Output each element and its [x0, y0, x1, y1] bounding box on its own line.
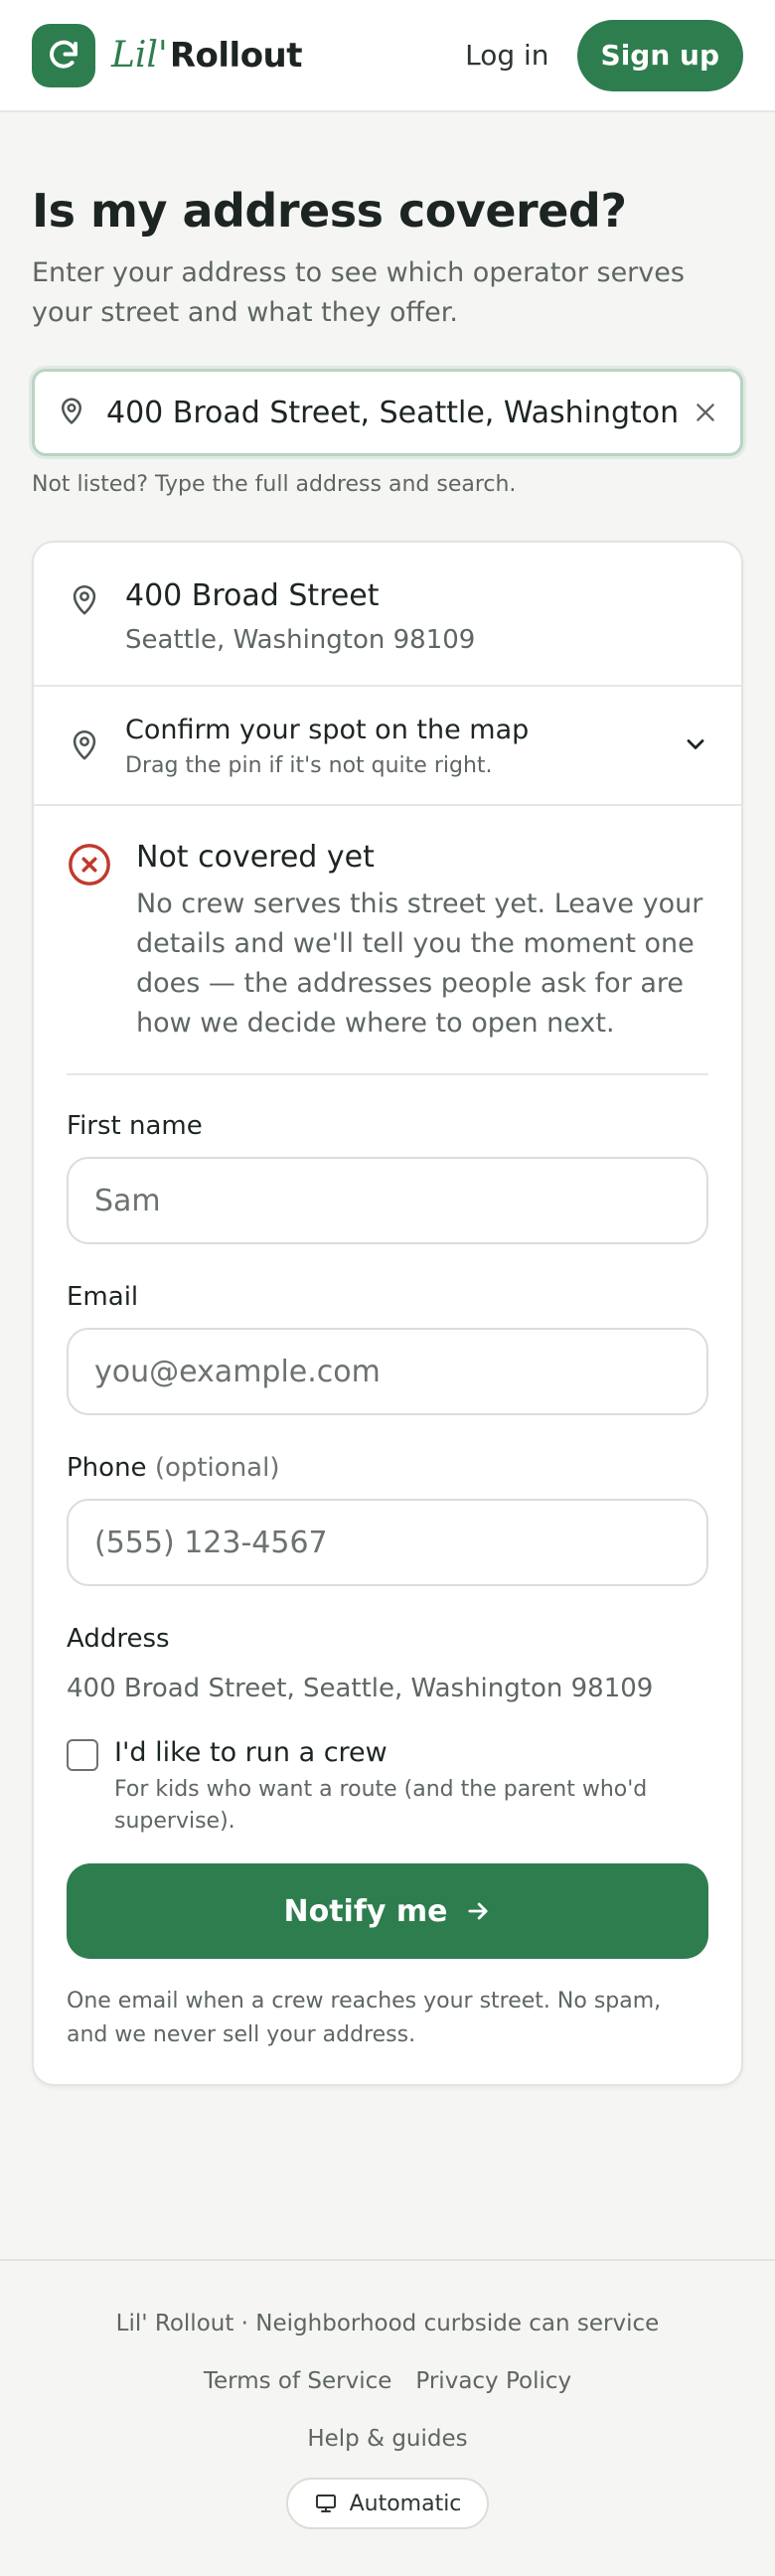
email-label: Email — [67, 1282, 139, 1312]
first-name-label: First name — [67, 1111, 203, 1141]
arrow-right-icon — [467, 1902, 488, 1920]
first-name-input[interactable]: Sam — [67, 1157, 708, 1244]
phone-optional-tag: (optional) — [154, 1453, 280, 1483]
help-link[interactable]: Help & guides — [0, 2426, 775, 2452]
map-toggle-title: Confirm your spot on the map — [125, 715, 530, 745]
map-pin-icon — [68, 580, 101, 655]
notify-me-button[interactable]: Notify me — [67, 1863, 708, 1959]
error-circle-x-icon — [67, 842, 112, 1044]
coverage-status: Not covered yet No crew serves this stre… — [34, 806, 741, 1075]
map-pin-icon — [57, 396, 86, 429]
address-value: 400 Broad Street, Seattle, Washington 98… — [67, 1674, 654, 1703]
notify-form: First name Sam Email you@example.com Pho… — [34, 1111, 741, 2084]
run-crew-checkbox[interactable] — [67, 1739, 98, 1771]
address-label: Address — [67, 1624, 170, 1654]
logo-refresh-icon[interactable] — [32, 23, 95, 87]
page-title: Is my address covered? — [32, 184, 627, 238]
address-line-1: 400 Broad Street — [125, 578, 380, 613]
theme-toggle-button[interactable]: Automatic — [286, 2478, 489, 2529]
page-subtitle: Enter your address to see which operator… — [32, 257, 685, 328]
search-hint: Not listed? Type the full address and se… — [32, 472, 517, 497]
login-link[interactable]: Log in — [465, 39, 548, 72]
brand-wordmark[interactable]: Lil' Rollout — [111, 35, 303, 76]
terms-link[interactable]: Terms of Service — [204, 2368, 392, 2394]
status-title: Not covered yet — [136, 840, 375, 875]
signup-button[interactable]: Sign up — [576, 19, 743, 91]
brand-prefix: Lil' — [111, 35, 168, 76]
map-toggle-subtitle: Drag the pin if it's not quite right. — [125, 753, 493, 778]
run-crew-label[interactable]: I'd like to run a crew — [114, 1737, 708, 1768]
address-search-input[interactable] — [106, 395, 677, 430]
address-search-box[interactable] — [32, 369, 743, 456]
footer-brand-line: Lil' Rollout · Neighborhood curbside can… — [115, 2311, 660, 2336]
status-body: No crew serves this street yet. Leave yo… — [136, 888, 703, 1039]
phone-label: Phone (optional) — [67, 1453, 708, 1483]
close-icon — [697, 403, 714, 421]
privacy-link[interactable]: Privacy Policy — [415, 2368, 571, 2394]
chevron-down-icon[interactable] — [682, 730, 709, 762]
confirm-map-toggle[interactable]: Confirm your spot on the map Drag the pi… — [34, 687, 741, 806]
main-content: Is my address covered? Enter your addres… — [0, 184, 775, 2086]
site-header: Lil' Rollout Log in Sign up — [0, 0, 775, 112]
brand-name: Rollout — [169, 36, 303, 76]
clear-search-button[interactable] — [693, 400, 718, 425]
phone-input[interactable]: (555) 123-4567 — [67, 1499, 708, 1586]
divider — [67, 1073, 708, 1075]
coverage-result-card: 400 Broad Street Seattle, Washington 981… — [32, 541, 743, 2086]
email-input[interactable]: you@example.com — [67, 1328, 708, 1415]
site-footer: Lil' Rollout · Neighborhood curbside can… — [0, 2259, 775, 2576]
selected-address: 400 Broad Street Seattle, Washington 981… — [34, 543, 741, 687]
map-pin-icon — [68, 725, 101, 767]
monitor-icon — [315, 2495, 336, 2512]
theme-toggle-label: Automatic — [349, 2491, 462, 2516]
notify-me-label: Notify me — [283, 1893, 448, 1929]
privacy-fine-print: One email when a crew reaches your stree… — [67, 1989, 662, 2047]
phone-label-text: Phone — [67, 1453, 147, 1483]
footer-links: Terms of Service Privacy Policy — [0, 2368, 775, 2394]
run-crew-help: For kids who want a route (and the paren… — [114, 1777, 648, 1834]
run-crew-option[interactable]: I'd like to run a crew For kids who want… — [67, 1737, 708, 1838]
address-line-2: Seattle, Washington 98109 — [125, 625, 476, 655]
